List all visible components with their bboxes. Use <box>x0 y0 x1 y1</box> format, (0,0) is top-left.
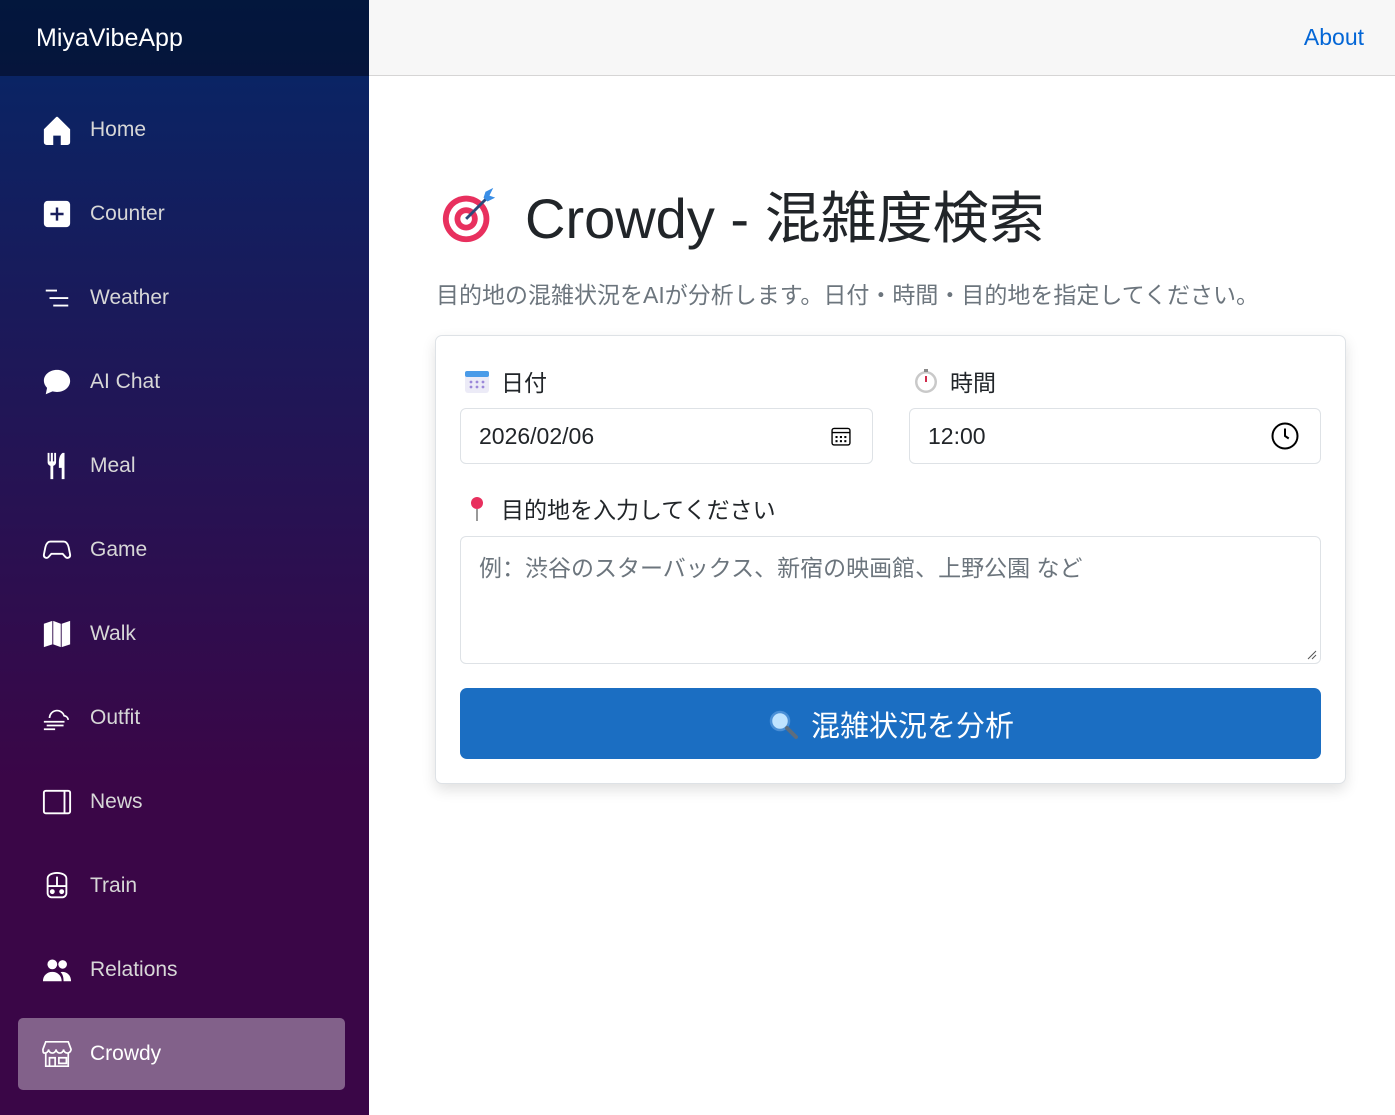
calendar-icon <box>465 371 489 393</box>
time-label: 時間 <box>912 364 996 398</box>
train-icon <box>40 869 74 903</box>
page-title-text: Crowdy - 混雑度検索 <box>525 187 1045 250</box>
sidebar-item-label: Crowdy <box>90 1042 162 1065</box>
search-form-card: 日付 2026/02/06 時間 12:00 目的地を入力してください 例：渋谷… <box>435 335 1346 784</box>
destination-label-text: 目的地を入力してください <box>501 497 776 523</box>
list-nested-icon <box>40 281 74 315</box>
sidebar: MiyaVibeApp Home Counter Weather AI Chat <box>0 0 369 1115</box>
sidebar-item-home[interactable]: Home <box>18 94 345 166</box>
page-title: Crowdy - 混雑度検索 <box>439 174 1045 255</box>
sidebar-item-label: AI Chat <box>90 370 161 393</box>
plus-square-icon <box>40 197 74 231</box>
sidebar-nav: Home Counter Weather AI Chat Meal Game W… <box>0 76 369 1090</box>
analyze-button[interactable]: 混雑状況を分析 <box>460 688 1321 759</box>
time-input[interactable]: 12:00 <box>909 408 1321 464</box>
magnifier-icon <box>769 710 798 739</box>
destination-label: 目的地を入力してください <box>463 491 776 525</box>
date-label: 日付 <box>463 364 547 398</box>
destination-textarea[interactable]: 例：渋谷のスターバックス、新宿の映画館、上野公園 など <box>460 536 1321 664</box>
sidebar-item-train[interactable]: Train <box>18 850 345 922</box>
sidebar-item-news[interactable]: News <box>18 766 345 838</box>
window-icon <box>40 785 74 819</box>
sidebar-item-outfit[interactable]: Outfit <box>18 682 345 754</box>
about-link[interactable]: About <box>1304 24 1364 51</box>
date-input[interactable]: 2026/02/06 <box>460 408 873 464</box>
sidebar-item-label: Game <box>90 538 148 561</box>
resize-handle-icon[interactable] <box>1305 648 1317 660</box>
sidebar-item-counter[interactable]: Counter <box>18 178 345 250</box>
people-icon <box>40 953 74 987</box>
sidebar-item-label: Outfit <box>90 706 141 729</box>
sidebar-item-weather[interactable]: Weather <box>18 262 345 334</box>
date-value: 2026/02/06 <box>479 422 595 449</box>
home-icon <box>40 113 74 147</box>
sidebar-item-crowdy[interactable]: Crowdy <box>18 1018 345 1090</box>
top-bar: About <box>369 0 1395 76</box>
map-icon <box>40 617 74 651</box>
date-label-text: 日付 <box>501 370 547 396</box>
page-subtitle: 目的地の混雑状況をAIが分析します。日付・時間・目的地を指定してください。 <box>436 282 1260 308</box>
sidebar-item-label: Counter <box>90 202 165 225</box>
time-label-text: 時間 <box>950 370 996 396</box>
sidebar-item-label: Walk <box>90 622 136 645</box>
sidebar-item-label: Weather <box>90 286 169 309</box>
target-dart-icon <box>442 187 496 242</box>
cloud-wind-icon <box>40 701 74 735</box>
shop-icon <box>40 1037 74 1071</box>
clock-icon[interactable] <box>1270 421 1300 451</box>
stopwatch-icon <box>915 369 937 393</box>
main-content: Crowdy - 混雑度検索 目的地の混雑状況をAIが分析します。日付・時間・目… <box>369 76 1395 1115</box>
sidebar-item-meal[interactable]: Meal <box>18 430 345 502</box>
fork-knife-icon <box>40 449 74 483</box>
time-value: 12:00 <box>928 422 986 449</box>
chat-bubble-icon <box>40 365 74 399</box>
sidebar-item-game[interactable]: Game <box>18 514 345 586</box>
sidebar-item-label: Relations <box>90 958 178 981</box>
controller-icon <box>40 533 74 567</box>
sidebar-item-label: Home <box>90 118 147 141</box>
sidebar-item-label: News <box>90 790 143 813</box>
brand-link[interactable]: MiyaVibeApp <box>36 24 183 53</box>
sidebar-item-label: Train <box>90 874 138 897</box>
sidebar-item-walk[interactable]: Walk <box>18 598 345 670</box>
pushpin-icon <box>471 497 483 521</box>
sidebar-item-label: Meal <box>90 454 136 477</box>
brand-bar: MiyaVibeApp <box>0 0 369 76</box>
analyze-button-label: 混雑状況を分析 <box>810 710 1014 743</box>
calendar-picker-icon[interactable] <box>830 425 852 447</box>
sidebar-item-relations[interactable]: Relations <box>18 934 345 1006</box>
sidebar-item-ai-chat[interactable]: AI Chat <box>18 346 345 418</box>
destination-placeholder: 例：渋谷のスターバックス、新宿の映画館、上野公園 など <box>479 555 1083 581</box>
